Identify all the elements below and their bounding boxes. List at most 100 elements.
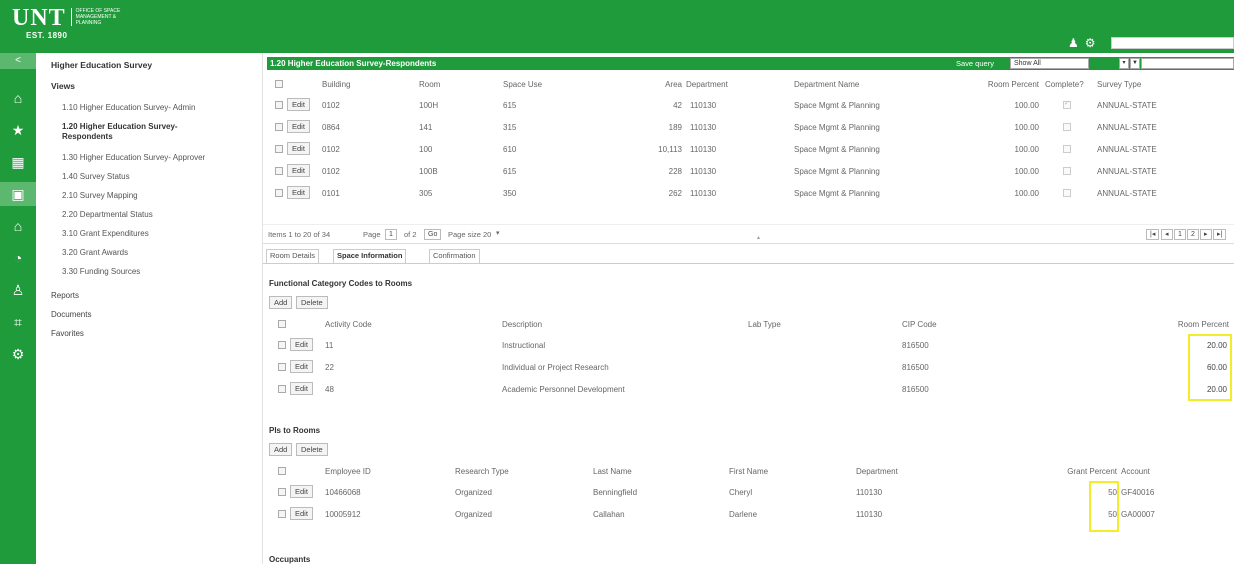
gear-icon[interactable]: ⚙ <box>1085 36 1096 50</box>
chevron-down-icon[interactable]: ▾ <box>496 229 500 237</box>
edit-button[interactable]: Edit <box>287 164 310 177</box>
col-activity-code[interactable]: Activity Code <box>325 320 372 329</box>
row-checkbox[interactable] <box>278 363 286 371</box>
nav-favorites[interactable]: Favorites <box>51 329 84 338</box>
splitter-handle-icon[interactable]: ▲ <box>756 235 761 241</box>
last-page-button[interactable]: ▸| <box>1213 229 1227 240</box>
col-fcc-room-percent[interactable]: Room Percent <box>1163 320 1229 329</box>
col-research-type[interactable]: Research Type <box>455 467 509 476</box>
fcc-select-all-checkbox[interactable] <box>278 320 286 328</box>
user-icon[interactable]: ♟ <box>1068 36 1079 50</box>
nav-item-1-40[interactable]: 1.40 Survey Status <box>62 172 252 182</box>
fcc-delete-button[interactable]: Delete <box>296 296 328 309</box>
row-checkbox[interactable] <box>275 101 283 109</box>
nav-item-1-30[interactable]: 1.30 Higher Education Survey- Approver <box>62 153 252 163</box>
page-2-button[interactable]: 2 <box>1187 229 1199 240</box>
tab-room-details[interactable]: Room Details <box>266 249 320 263</box>
edit-button[interactable]: Edit <box>287 120 310 133</box>
fcc-row[interactable]: Edit 48 Academic Personnel Development 8… <box>263 378 1234 400</box>
nav-item-1-20[interactable]: 1.20 Higher Education Survey- Respondent… <box>62 122 222 142</box>
nav-item-2-20[interactable]: 2.20 Departmental Status <box>62 210 252 220</box>
chair-icon[interactable]: ♙ <box>0 278 36 302</box>
col-account[interactable]: Account <box>1121 467 1150 476</box>
col-department-name[interactable]: Department Name <box>794 80 859 89</box>
pis-delete-button[interactable]: Delete <box>296 443 328 456</box>
collapse-icon[interactable]: < <box>0 53 36 69</box>
nav-views-label[interactable]: Views <box>51 81 75 91</box>
col-space-use[interactable]: Space Use <box>503 80 542 89</box>
table-row[interactable]: Edit 0864 141 315 189 110130 Space Mgmt … <box>263 116 1234 138</box>
edit-button[interactable]: Edit <box>290 360 313 373</box>
first-page-button[interactable]: |◂ <box>1146 229 1160 240</box>
row-checkbox[interactable] <box>278 510 286 518</box>
select-all-checkbox[interactable] <box>275 80 283 88</box>
nav-item-2-10[interactable]: 2.10 Survey Mapping <box>62 191 252 201</box>
save-query-link[interactable]: Save query <box>956 59 994 68</box>
row-checkbox[interactable] <box>278 488 286 496</box>
campus-icon[interactable]: ⌂ <box>0 214 36 238</box>
pis-add-button[interactable]: Add <box>269 443 293 456</box>
filter-icon[interactable]: ▼ <box>1130 58 1140 69</box>
building-icon[interactable]: ▣ <box>0 182 36 206</box>
star-icon[interactable]: ★ <box>0 118 36 142</box>
col-survey-type[interactable]: Survey Type <box>1097 80 1141 89</box>
unt-logo[interactable]: UNT Office of Space Management & Planning… <box>12 6 141 40</box>
edit-button[interactable]: Edit <box>290 382 313 395</box>
filter-input[interactable] <box>1141 58 1234 69</box>
col-lab-type[interactable]: Lab Type <box>748 320 781 329</box>
tab-space-information[interactable]: Space Information <box>333 249 407 263</box>
nav-item-3-20[interactable]: 3.20 Grant Awards <box>62 248 252 258</box>
go-button[interactable]: Go <box>424 229 442 240</box>
edit-button[interactable]: Edit <box>287 186 310 199</box>
row-checkbox[interactable] <box>275 145 283 153</box>
fcc-row[interactable]: Edit 22 Individual or Project Research 8… <box>263 356 1234 378</box>
nav-item-3-30[interactable]: 3.30 Funding Sources <box>62 267 252 277</box>
col-room-percent[interactable]: Room Percent <box>979 80 1039 89</box>
fcc-add-button[interactable]: Add <box>269 296 293 309</box>
col-department[interactable]: Department <box>686 80 728 89</box>
prev-page-button[interactable]: ◂ <box>1161 229 1173 240</box>
col-first-name[interactable]: First Name <box>729 467 768 476</box>
fcc-row[interactable]: Edit 11 Instructional 816500 20.00 <box>263 334 1234 356</box>
col-grant-percent[interactable]: Grant Percent <box>1057 467 1117 476</box>
home-icon[interactable]: ⌂ <box>0 86 36 110</box>
table-row[interactable]: Edit 0102 100B 615 228 110130 Space Mgmt… <box>263 160 1234 182</box>
col-pis-department[interactable]: Department <box>856 467 898 476</box>
floorplan-icon[interactable]: ▦ <box>0 150 36 174</box>
edit-button[interactable]: Edit <box>290 485 313 498</box>
col-cip-code[interactable]: CIP Code <box>902 320 937 329</box>
report-chart-icon[interactable]: ⌗ <box>0 310 36 334</box>
row-checkbox[interactable] <box>275 167 283 175</box>
chevron-down-icon[interactable]: ▾ <box>1119 58 1129 69</box>
pis-select-all-checkbox[interactable] <box>278 467 286 475</box>
page-1-button[interactable]: 1 <box>1174 229 1186 240</box>
row-checkbox[interactable] <box>275 189 283 197</box>
table-row[interactable]: Edit 0102 100H 615 42 110130 Space Mgmt … <box>263 94 1234 116</box>
row-checkbox[interactable] <box>278 341 286 349</box>
nav-reports[interactable]: Reports <box>51 291 79 300</box>
tab-confirmation[interactable]: Confirmation <box>429 249 480 263</box>
table-row[interactable]: Edit 0102 100 610 10,113 110130 Space Mg… <box>263 138 1234 160</box>
nav-item-3-10[interactable]: 3.10 Grant Expenditures <box>62 229 252 239</box>
nav-documents[interactable]: Documents <box>51 310 91 319</box>
row-checkbox[interactable] <box>275 123 283 131</box>
col-area[interactable]: Area <box>663 80 682 89</box>
table-row[interactable]: Edit 0101 305 350 262 110130 Space Mgmt … <box>263 182 1234 204</box>
col-description[interactable]: Description <box>502 320 542 329</box>
global-search-input[interactable] <box>1111 37 1234 49</box>
page-size-select[interactable]: 20 <box>483 230 491 239</box>
nav-item-1-10[interactable]: 1.10 Higher Education Survey- Admin <box>62 103 252 113</box>
edit-button[interactable]: Edit <box>287 142 310 155</box>
col-building[interactable]: Building <box>322 80 350 89</box>
col-complete[interactable]: Complete? <box>1045 80 1084 89</box>
edit-button[interactable]: Edit <box>290 507 313 520</box>
next-page-button[interactable]: ▸ <box>1200 229 1212 240</box>
edit-button[interactable]: Edit <box>287 98 310 111</box>
col-employee-id[interactable]: Employee ID <box>325 467 371 476</box>
page-number-input[interactable]: 1 <box>385 229 397 240</box>
row-checkbox[interactable] <box>278 385 286 393</box>
settings-icon[interactable]: ⚙ <box>0 342 36 366</box>
edit-button[interactable]: Edit <box>290 338 313 351</box>
show-all-select[interactable]: Show All <box>1010 58 1089 69</box>
col-room[interactable]: Room <box>419 80 440 89</box>
